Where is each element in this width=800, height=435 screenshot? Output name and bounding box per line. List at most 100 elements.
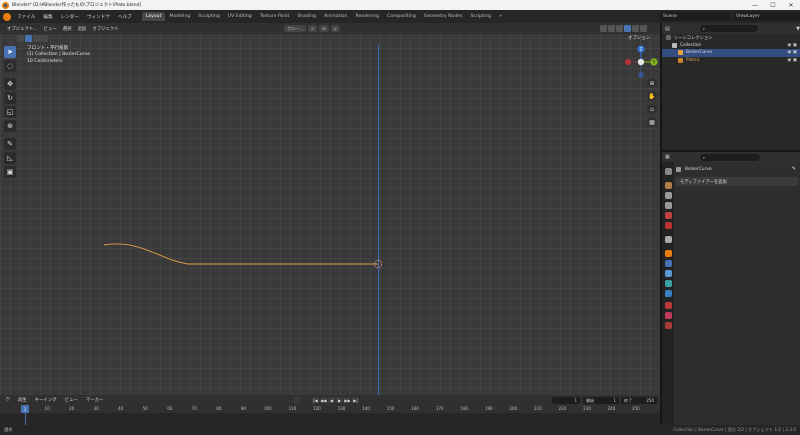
jump-keyframe-back-icon[interactable]: ◀◀ (320, 397, 327, 403)
current-frame-indicator[interactable]: 1 (21, 405, 29, 413)
menu-marker[interactable]: マーカー (82, 397, 108, 403)
object-tab-icon[interactable] (665, 250, 672, 257)
data-tab-icon[interactable] (665, 302, 672, 309)
cursor-tool-icon[interactable]: ◌ (4, 60, 16, 72)
options-dropdown[interactable]: オプション (628, 35, 650, 41)
maximize-button[interactable]: ☐ (764, 0, 782, 10)
constraints-tab-icon[interactable] (665, 290, 672, 297)
auto-keying-icon[interactable] (294, 397, 300, 403)
menu-edit[interactable]: 編集 (39, 14, 56, 20)
texture-tab-icon[interactable] (665, 322, 672, 329)
material-shading-icon[interactable] (632, 25, 639, 32)
camera-view-icon[interactable]: ⌂ (647, 104, 657, 114)
solid-shading-icon[interactable] (624, 25, 631, 32)
select-tool-icon[interactable]: ➤ (4, 46, 16, 58)
visibility-eye-icon[interactable]: ◉ ▣ (787, 50, 797, 55)
scene-selector[interactable]: Scene (660, 12, 730, 21)
tab-shading[interactable]: Shading (293, 12, 320, 21)
menu-render[interactable]: レンダー (57, 14, 83, 20)
snap-icon[interactable]: ⊞ (319, 25, 329, 32)
start-frame-field[interactable]: 開始 1 (583, 397, 619, 404)
tab-texture-paint[interactable]: Texture Paint (256, 12, 294, 21)
add-workspace-button[interactable]: + (495, 12, 507, 21)
blender-menu-icon[interactable] (3, 12, 11, 21)
add-modifier-button[interactable]: モディファイアーを追加 (676, 177, 798, 186)
tab-geometry-nodes[interactable]: Geometry Nodes (420, 12, 467, 21)
current-frame-field[interactable]: 1 (552, 397, 580, 404)
properties-search-input[interactable]: ⌕ (699, 153, 760, 161)
menu-window[interactable]: ウィンドウ (83, 14, 114, 20)
tab-modeling[interactable]: Modeling (165, 12, 194, 21)
scale-tool-icon[interactable]: ◱ (4, 106, 16, 118)
properties-editor-icon[interactable]: ▦ (665, 154, 670, 160)
menu-view[interactable]: ビュー (41, 26, 60, 32)
menu-keying[interactable]: キーイング (31, 397, 61, 403)
close-button[interactable]: ✕ (782, 0, 800, 10)
modifier-tab-icon[interactable] (665, 260, 672, 267)
tab-animation[interactable]: Animation (320, 12, 351, 21)
visibility-eye-icon[interactable]: ◉ ▣ (787, 58, 797, 63)
view-layer-tab-icon[interactable] (665, 202, 672, 209)
timeline-area[interactable]: 1102030405060708090100110120130140150160… (0, 405, 660, 425)
visibility-eye-icon[interactable]: ◉ ▣ (787, 43, 797, 48)
frame-ruler[interactable]: 1102030405060708090100110120130140150160… (0, 405, 660, 413)
editor-type-icon[interactable]: ▤ (665, 26, 670, 32)
outliner-row-plate1[interactable]: Plate1 ◉ ▣ (662, 57, 800, 65)
outliner-row-scene-collection[interactable]: シーンコレクション (662, 34, 800, 42)
play-icon[interactable]: ▶ (336, 397, 343, 403)
timeline-editor-icon[interactable]: ◷ (2, 397, 14, 403)
tab-compositing[interactable]: Compositing (383, 12, 420, 21)
jump-end-icon[interactable]: ▶| (352, 397, 359, 403)
tab-layout[interactable]: Layout (141, 12, 166, 21)
transform-orientation[interactable]: グロー... (284, 25, 306, 32)
menu-playback[interactable]: 再生 (14, 397, 31, 403)
rendered-shading-icon[interactable] (640, 25, 647, 32)
render-tab-icon[interactable] (665, 182, 672, 189)
move-tool-icon[interactable]: ✥ (4, 78, 16, 90)
outliner-row-beziercurve[interactable]: BezierCurve ◉ ▣ (662, 49, 800, 57)
tool-tab-icon[interactable] (665, 168, 672, 175)
play-reverse-icon[interactable]: ◀ (328, 397, 335, 403)
output-tab-icon[interactable] (665, 192, 672, 199)
scene-tab-icon[interactable] (665, 212, 672, 219)
zoom-icon[interactable]: ⊕ (647, 78, 657, 88)
pivot-icon[interactable]: ⊙ (307, 25, 318, 32)
wireframe-shading-icon[interactable] (616, 25, 623, 32)
minimize-button[interactable]: — (746, 0, 764, 10)
bezier-curve-object[interactable] (0, 34, 660, 395)
collection-tab-icon[interactable] (665, 236, 672, 243)
particles-tab-icon[interactable] (665, 270, 672, 277)
jump-keyframe-forward-icon[interactable]: ▶▶ (344, 397, 351, 403)
menu-file[interactable]: ファイル (13, 14, 39, 20)
pan-hand-icon[interactable]: ✋ (647, 91, 657, 101)
measure-tool-icon[interactable]: ◺ (4, 152, 16, 164)
outliner-search-input[interactable]: ⌕ (699, 25, 759, 32)
transform-tool-icon[interactable]: ⊕ (4, 120, 16, 132)
physics-tab-icon[interactable] (665, 280, 672, 287)
rotate-tool-icon[interactable]: ↻ (4, 92, 16, 104)
tab-scripting[interactable]: Scripting (466, 12, 494, 21)
menu-object[interactable]: オブジェクト (89, 26, 121, 32)
menu-add[interactable]: 追加 (75, 26, 90, 32)
perspective-toggle-icon[interactable]: ▦ (647, 117, 657, 127)
tab-sculpting[interactable]: Sculpting (194, 12, 223, 21)
mode-selector[interactable]: オブジェクト... (4, 26, 41, 32)
pin-icon[interactable]: ✎ (792, 166, 796, 172)
add-cube-tool-icon[interactable]: ▣ (4, 166, 16, 178)
menu-timeline-view[interactable]: ビュー (61, 397, 82, 403)
overlay-icon[interactable] (600, 25, 607, 32)
annotate-tool-icon[interactable]: ✎ (4, 138, 16, 150)
menu-select[interactable]: 選択 (60, 26, 75, 32)
world-tab-icon[interactable] (665, 222, 672, 229)
menu-help[interactable]: ヘルプ (114, 14, 136, 20)
tab-rendering[interactable]: Rendering (351, 12, 382, 21)
material-tab-icon[interactable] (665, 312, 672, 319)
proportional-icon[interactable]: ◎ (330, 25, 341, 32)
navigation-gizmo[interactable]: Z Y (624, 42, 658, 82)
outliner-row-collection[interactable]: Collection ◉ ▣ (662, 42, 800, 50)
view-layer-selector[interactable]: ViewLayer (733, 12, 800, 21)
jump-start-icon[interactable]: |◀ (312, 397, 319, 403)
xray-icon[interactable] (608, 25, 615, 32)
tab-uv-editing[interactable]: UV Editing (224, 12, 256, 21)
filter-icon[interactable]: ▼ (796, 26, 800, 32)
